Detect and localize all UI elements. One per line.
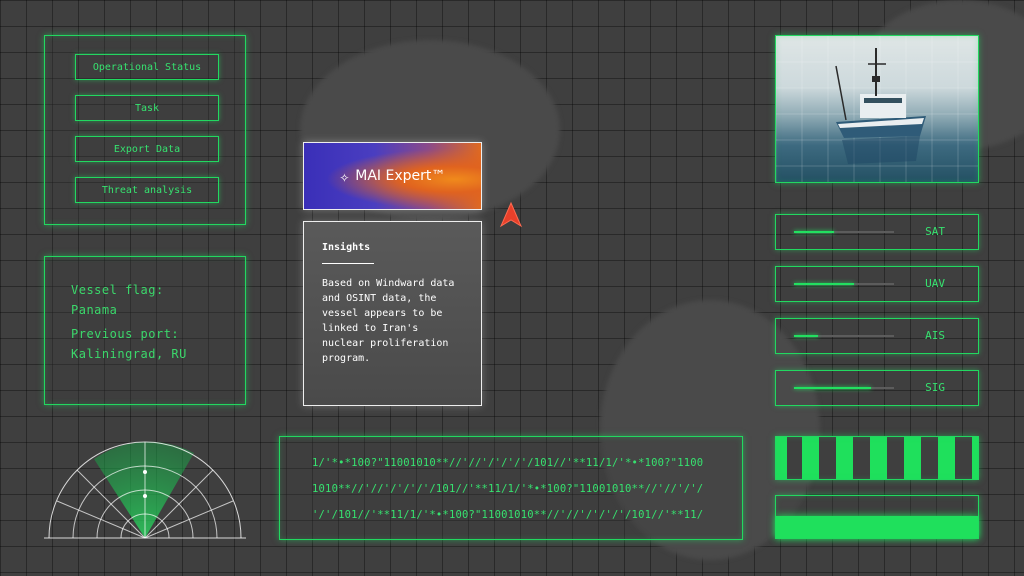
vessel-flag-label: Vessel flag: xyxy=(71,283,164,297)
data-stream-line: 1010**//'//'/'/'/'/101//'**11/1/'*•*100?… xyxy=(312,483,704,495)
striped-indicator xyxy=(775,436,979,480)
signal-label: UAV xyxy=(925,277,945,290)
export-data-button[interactable]: Export Data xyxy=(75,136,219,162)
vessel-flag-value: Panama xyxy=(71,303,118,317)
operational-status-button[interactable]: Operational Status xyxy=(75,54,219,80)
signal-track xyxy=(794,335,894,337)
mai-expert-header[interactable]: ✧ MAI Expert™ xyxy=(303,142,482,210)
ship-illustration xyxy=(776,36,978,182)
previous-port-label: Previous port: xyxy=(71,327,180,341)
vessel-marker-icon xyxy=(499,201,523,228)
previous-port-value: Kaliningrad, RU xyxy=(71,347,187,361)
sparkle-icon: ✧ xyxy=(339,166,350,186)
signal-level-bar xyxy=(794,387,871,389)
signal-level-bar xyxy=(794,231,834,233)
signal-label: AIS xyxy=(925,329,945,342)
task-button[interactable]: Task xyxy=(75,95,219,121)
signal-panel-sig[interactable]: SIG xyxy=(775,370,979,406)
divider xyxy=(322,263,374,264)
mai-expert-title: MAI Expert™ xyxy=(355,168,446,184)
signal-track xyxy=(794,283,894,285)
signal-label: SAT xyxy=(925,225,945,238)
signal-track xyxy=(794,231,894,233)
vessel-image xyxy=(775,35,979,183)
menu-panel: Operational Status Task Export Data Thre… xyxy=(44,35,246,225)
signal-panel-uav[interactable]: UAV xyxy=(775,266,979,302)
signal-panel-sat[interactable]: SAT xyxy=(775,214,979,250)
insights-panel: Insights Based on Windward data and OSIN… xyxy=(303,221,482,406)
signal-level-bar xyxy=(794,283,854,285)
insights-body: Based on Windward data and OSINT data, t… xyxy=(322,278,455,364)
threat-analysis-button[interactable]: Threat analysis xyxy=(75,177,219,203)
radar-icon xyxy=(44,441,246,539)
insights-heading: Insights xyxy=(322,242,371,253)
signal-label: SIG xyxy=(925,381,945,394)
signal-level-bar xyxy=(794,335,818,337)
data-stream-line: 1/'*•*100?"11001010**//'//'/'/'/'/101//'… xyxy=(312,457,704,469)
level-indicator xyxy=(775,495,979,539)
signal-track xyxy=(794,387,894,389)
vessel-info-panel: Vessel flag: Panama Previous port: Kalin… xyxy=(44,256,246,405)
level-indicator-fill xyxy=(776,516,978,538)
signal-panel-ais[interactable]: AIS xyxy=(775,318,979,354)
data-stream-panel: 1/'*•*100?"11001010**//'//'/'/'/'/101//'… xyxy=(279,436,743,540)
data-stream-line: '/'/101//'**11/1/'*•*100?"11001010**//'/… xyxy=(312,509,704,521)
